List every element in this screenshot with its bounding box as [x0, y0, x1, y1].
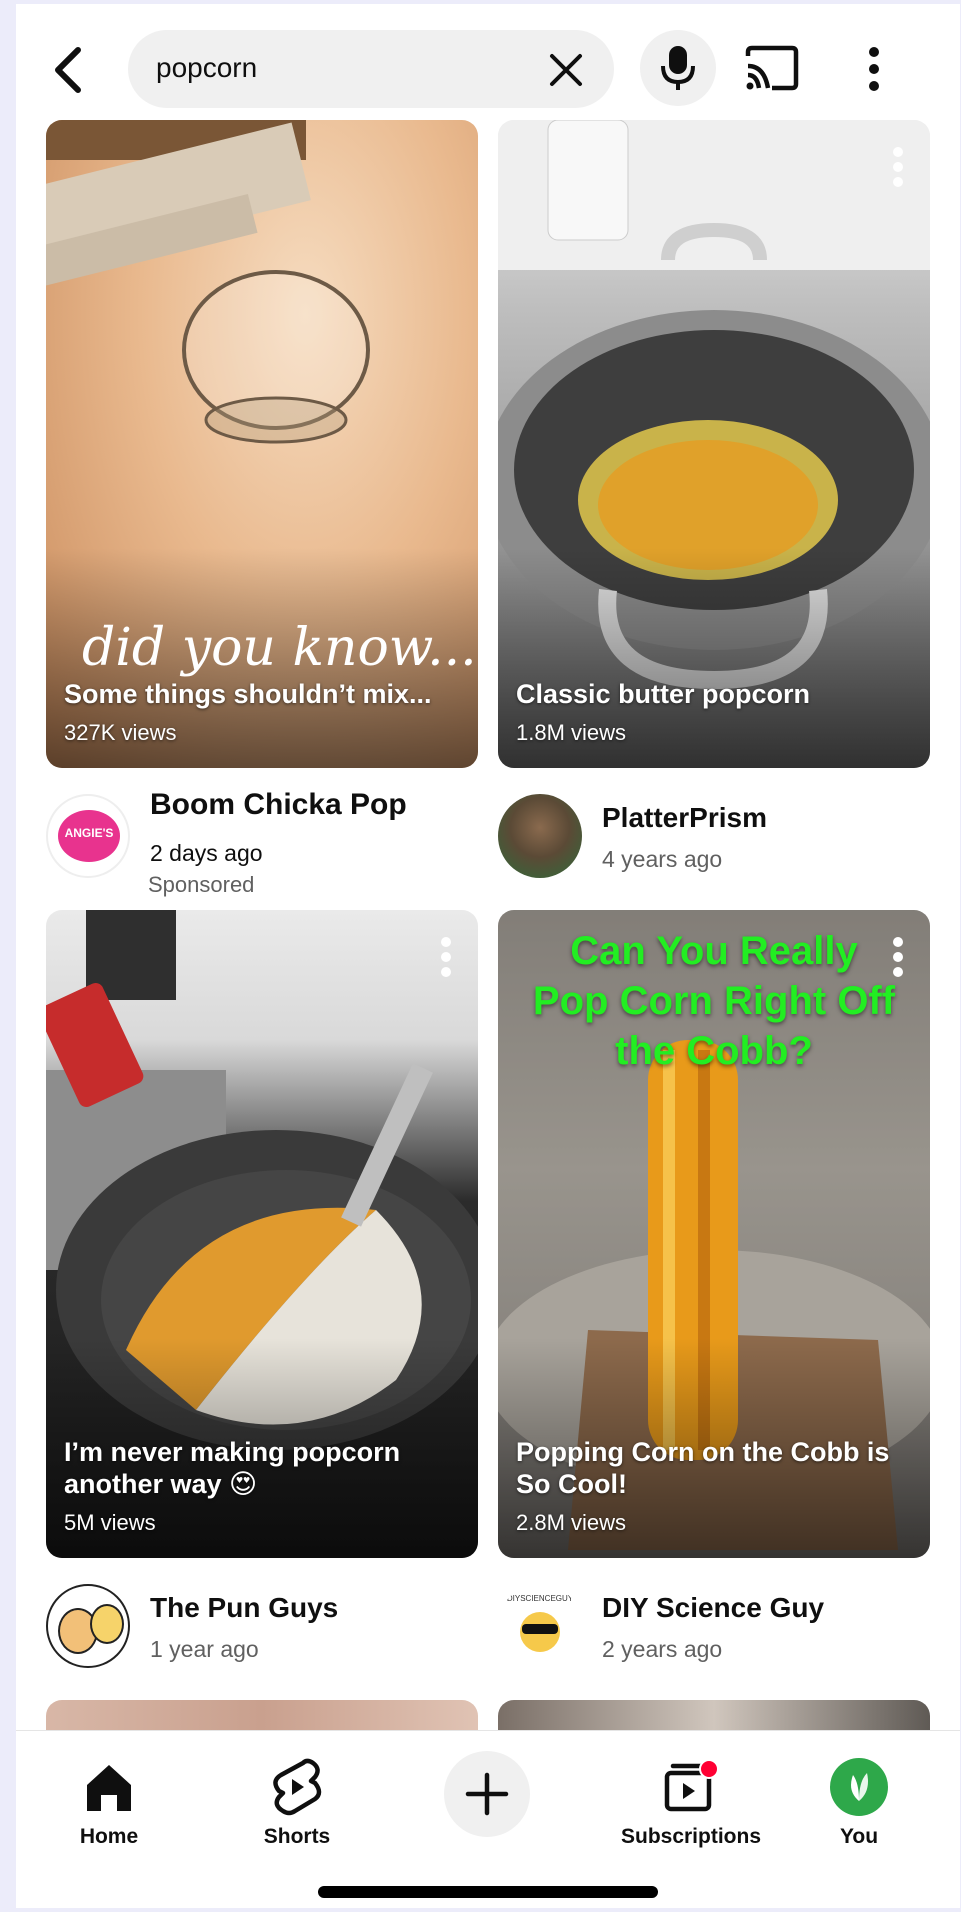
clear-search-button[interactable]	[546, 50, 586, 90]
view-count: 2.8M views	[516, 1510, 627, 1535]
avatar-logo-text: ANGIE'S	[64, 826, 114, 840]
shorts-icon	[267, 1757, 327, 1817]
more-vertical-icon	[893, 147, 903, 187]
channel-avatar[interactable]	[46, 1584, 130, 1668]
close-icon	[550, 54, 582, 86]
upload-age: 2 years ago	[602, 1636, 723, 1662]
upload-age: 1 year ago	[150, 1636, 259, 1662]
avatar-sunglasses	[522, 1624, 558, 1634]
short-thumbnail[interactable]: I’m never making popcorn another way 😍 5…	[46, 910, 478, 1558]
short-menu-button[interactable]	[892, 936, 904, 978]
sponsored-label: Sponsored	[148, 872, 255, 897]
subscriptions-icon	[661, 1757, 721, 1817]
nav-shorts-label: Shorts	[263, 1825, 331, 1848]
bottom-navigation: Home Shorts Subscriptions You	[16, 1730, 960, 1908]
short-title: Popping Corn on the Cobb is So Cool!	[516, 1437, 890, 1499]
cast-icon	[745, 45, 799, 91]
channel-avatar[interactable]	[498, 794, 582, 878]
back-button[interactable]	[46, 42, 90, 98]
nav-home-label: Home	[79, 1825, 139, 1848]
back-arrow-icon	[55, 47, 81, 93]
search-box[interactable]: popcorn	[128, 30, 614, 108]
channel-name[interactable]: The Pun Guys	[150, 1592, 338, 1624]
short-meta: PlatterPrism 4 years ago	[498, 780, 930, 900]
thumbnail-overlay-text: Can You Really Pop Corn Right Off the Co…	[532, 929, 896, 1073]
nav-shorts[interactable]: Shorts	[222, 1747, 372, 1857]
nav-subscriptions-label: Subscriptions	[620, 1825, 762, 1848]
more-vertical-icon	[869, 47, 879, 91]
channel-name[interactable]: Boom Chicka Pop	[150, 788, 407, 822]
microphone-icon	[661, 46, 695, 90]
home-indicator	[318, 1886, 658, 1898]
short-title: Classic butter popcorn	[516, 679, 811, 709]
nav-subscriptions[interactable]: Subscriptions	[596, 1747, 786, 1857]
short-menu-button[interactable]	[440, 936, 452, 978]
view-count: 5M views	[64, 1510, 156, 1535]
top-bar: popcorn	[16, 4, 960, 112]
short-meta: The Pun Guys 1 year ago	[46, 1570, 478, 1690]
short-meta: ANGIE'S Boom Chicka Pop 2 days ago Spons…	[46, 780, 478, 900]
channel-avatar[interactable]: ANGIE'S	[46, 794, 130, 878]
upload-age: 4 years ago	[602, 846, 723, 872]
short-menu-button[interactable]	[892, 146, 904, 188]
nav-you[interactable]: You	[784, 1747, 934, 1857]
short-thumbnail[interactable]: did you know... Some things shouldn’t mi…	[46, 120, 478, 768]
thumbnail-overlay-text: did you know...	[82, 618, 477, 678]
create-button[interactable]	[444, 1751, 530, 1837]
channel-avatar[interactable]: DIYSCIENCEGUY	[498, 1584, 582, 1668]
short-title: Some things shouldn’t mix...	[64, 679, 432, 709]
voice-search-button[interactable]	[640, 30, 716, 106]
more-vertical-icon	[441, 937, 451, 977]
avatar-face-right	[90, 1604, 124, 1644]
short-title: I’m never making popcorn another way 😍	[64, 1437, 401, 1499]
cast-button[interactable]	[744, 44, 800, 92]
more-vertical-icon	[893, 937, 903, 977]
upload-age: 2 days ago	[150, 840, 263, 866]
plus-icon	[465, 1772, 509, 1816]
shorts-search-screen: popcorn did you know... Some things shou…	[16, 4, 960, 1908]
short-thumbnail[interactable]: Classic butter popcorn 1.8M views	[498, 120, 930, 768]
avatar-logo-text: DIYSCIENCEGUY	[506, 1594, 574, 1603]
short-meta: DIYSCIENCEGUY DIY Science Guy 2 years ag…	[498, 1570, 930, 1690]
view-count: 327K views	[64, 720, 177, 745]
more-options-button[interactable]	[866, 46, 882, 92]
nav-you-label: You	[839, 1825, 879, 1848]
nav-home[interactable]: Home	[34, 1747, 184, 1857]
channel-name[interactable]: PlatterPrism	[602, 802, 767, 834]
search-input[interactable]: popcorn	[156, 52, 257, 84]
channel-name[interactable]: DIY Science Guy	[602, 1592, 824, 1624]
view-count: 1.8M views	[516, 720, 627, 745]
you-avatar	[829, 1757, 889, 1817]
short-thumbnail[interactable]: Can You Really Pop Corn Right Off the Co…	[498, 910, 930, 1558]
home-icon	[79, 1757, 139, 1817]
